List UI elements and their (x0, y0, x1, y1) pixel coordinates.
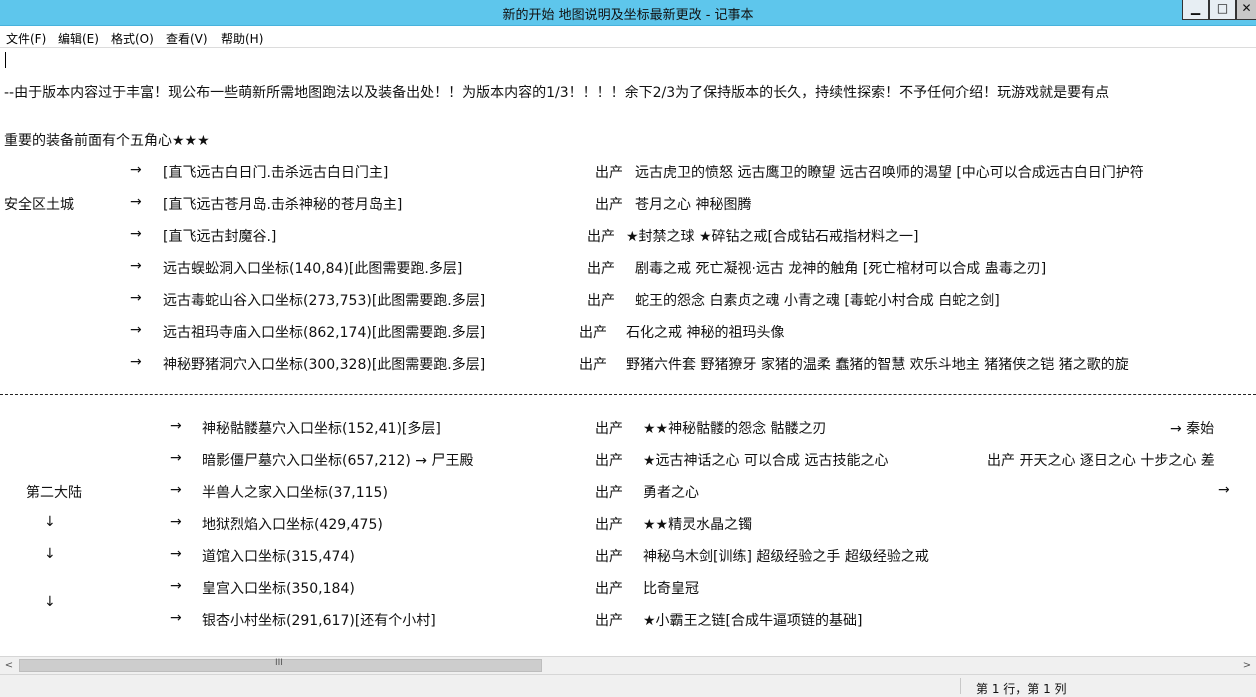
down-arrow: ↓ (44, 594, 56, 610)
row-output-label: 出产 (595, 453, 623, 469)
row-name: 银杏小村坐标(291,617)[还有个小村] (202, 613, 436, 629)
row-name: 道馆入口坐标(315,474) (202, 549, 355, 565)
row-output-label: 出产 (595, 421, 623, 437)
row-name: 远古蜈蚣洞入口坐标(140,84)[此图需要跑.多层] (163, 261, 463, 277)
section1-label: 安全区土城 (4, 197, 74, 213)
maximize-button[interactable]: □ (1209, 0, 1236, 20)
row-output-label: 出产 (595, 197, 623, 213)
row-drops: 比奇皇冠 (643, 581, 699, 597)
row-name: 半兽人之家入口坐标(37,115) (202, 485, 388, 501)
row-arrow: → (130, 226, 142, 242)
row-name: 神秘野猪洞穴入口坐标(300,328)[此图需要跑.多层] (163, 357, 486, 373)
cursor-position: 第 1 行，第 1 列 (976, 682, 1067, 696)
row-output-label: 出产 (579, 357, 607, 373)
down-arrow: ↓ (44, 514, 56, 530)
row-arrow: → (170, 546, 182, 562)
title-bar: 新的开始 地图说明及坐标最新更改 - 记事本 ▁ □ ✕ (0, 0, 1256, 26)
row-name: 远古毒蛇山谷入口坐标(273,753)[此图需要跑.多层] (163, 293, 486, 309)
row-arrow: → (170, 482, 182, 498)
status-divider (960, 678, 961, 694)
close-button[interactable]: ✕ (1236, 0, 1256, 20)
menu-view[interactable]: 查看(V) (166, 30, 208, 47)
row-arrow: → (130, 258, 142, 274)
row-arrow: → (170, 418, 182, 434)
row-drops: 苍月之心 神秘图腾 (635, 197, 752, 213)
row-arrow: → (130, 354, 142, 370)
row-drops: ★★精灵水晶之镯 (643, 517, 753, 533)
status-bar: 第 1 行，第 1 列 (0, 674, 1256, 697)
row-arrow: → (170, 514, 182, 530)
text-editor[interactable]: --由于版本内容过于丰富！现公布一些萌新所需地图跑法以及装备出处！！为版本内容的… (0, 48, 1256, 656)
row-name: 神秘骷髅墓穴入口坐标(152,41)[多层] (202, 421, 441, 437)
grip-icon: III (275, 658, 283, 668)
scrollbar-thumb[interactable]: III (19, 658, 542, 672)
minimize-button[interactable]: ▁ (1182, 0, 1209, 20)
row-arrow: → (130, 162, 142, 178)
intro-line: --由于版本内容过于丰富！现公布一些萌新所需地图跑法以及装备出处！！为版本内容的… (4, 85, 1110, 101)
row-extra: 出产 开天之心 逐日之心 十步之心 差 (987, 453, 1215, 469)
text-caret (5, 52, 6, 68)
row-output-label: 出产 (579, 325, 607, 341)
row-drops: 野猪六件套 野猪獠牙 家猪的温柔 蠢猪的智慧 欢乐斗地主 猪猪侠之铠 猪之歌的旋 (626, 357, 1129, 373)
menu-format[interactable]: 格式(O) (111, 30, 154, 47)
star-note-line: 重要的装备前面有个五角心★★★ (4, 133, 210, 149)
row-extra: → (1218, 482, 1230, 498)
row-output-label: 出产 (595, 517, 623, 533)
row-drops: ★★神秘骷髅的怨念 骷髅之刃 (643, 421, 827, 437)
row-drops: 蛇王的怨念 白素贞之魂 小青之魂 [毒蛇小村合成 白蛇之剑] (635, 293, 1000, 309)
row-name: 皇宫入口坐标(350,184) (202, 581, 355, 597)
horizontal-scrollbar[interactable]: < III > (0, 656, 1256, 674)
menu-bar: 文件(F) 编辑(E) 格式(O) 查看(V) 帮助(H) (0, 26, 1256, 48)
row-output-label: 出产 (595, 165, 623, 181)
row-arrow: → (130, 194, 142, 210)
row-arrow: → (170, 450, 182, 466)
row-name: [直飞远古封魔谷.] (163, 229, 277, 245)
row-output-label: 出产 (595, 549, 623, 565)
row-extra: → 秦始 (1170, 421, 1215, 437)
row-drops: 远古虎卫的愤怒 远古鹰卫的瞭望 远古召唤师的渴望 [中心可以合成远古白日门护符 (635, 165, 1144, 181)
scroll-right-arrow-icon[interactable]: > (1240, 659, 1254, 672)
scroll-left-arrow-icon[interactable]: < (2, 659, 16, 672)
row-drops: 神秘乌木剑[训练] 超级经验之手 超级经验之戒 (643, 549, 929, 565)
row-output-label: 出产 (595, 613, 623, 629)
row-drops: 剧毒之戒 死亡凝视·远古 龙神的触角 [死亡棺材可以合成 蛊毒之刃] (635, 261, 1047, 277)
row-name: [直飞远古苍月岛.击杀神秘的苍月岛主] (163, 197, 403, 213)
row-output-label: 出产 (595, 581, 623, 597)
row-arrow: → (130, 322, 142, 338)
row-drops: ★封禁之球 ★碎钻之戒[合成钻石戒指材料之一] (626, 229, 919, 245)
row-arrow: → (170, 610, 182, 626)
row-drops: 石化之戒 神秘的祖玛头像 (626, 325, 785, 341)
menu-edit[interactable]: 编辑(E) (58, 30, 99, 47)
row-drops: ★小霸王之链[合成牛逼项链的基础] (643, 613, 863, 629)
window-title: 新的开始 地图说明及坐标最新更改 - 记事本 (502, 8, 754, 23)
row-name: 远古祖玛寺庙入口坐标(862,174)[此图需要跑.多层] (163, 325, 486, 341)
down-arrow: ↓ (44, 546, 56, 562)
menu-help[interactable]: 帮助(H) (221, 30, 263, 47)
row-output-label: 出产 (587, 229, 615, 245)
row-drops: 勇者之心 (643, 485, 699, 501)
dashed-divider (0, 394, 1256, 395)
row-output-label: 出产 (587, 293, 615, 309)
row-drops: ★远古神话之心 可以合成 远古技能之心 (643, 453, 889, 469)
row-arrow: → (170, 578, 182, 594)
row-output-label: 出产 (587, 261, 615, 277)
row-name: [直飞远古白日门.击杀远古白日门主] (163, 165, 389, 181)
row-output-label: 出产 (595, 485, 623, 501)
menu-file[interactable]: 文件(F) (6, 30, 46, 47)
section2-label: 第二大陆 (26, 485, 82, 501)
row-name: 地狱烈焰入口坐标(429,475) (202, 517, 383, 533)
row-name: 暗影僵尸墓穴入口坐标(657,212) → 尸王殿 (202, 453, 474, 469)
row-arrow: → (130, 290, 142, 306)
